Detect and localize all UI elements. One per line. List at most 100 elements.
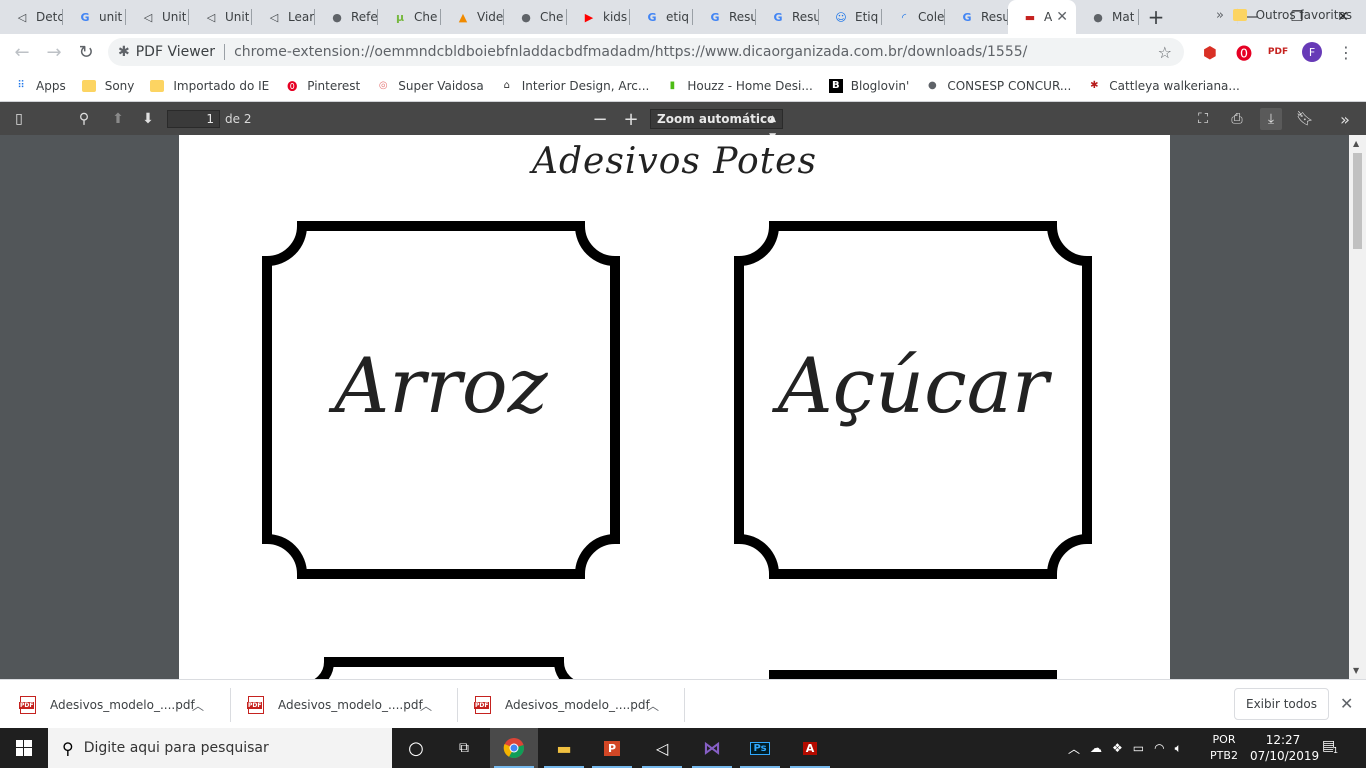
address-url[interactable]: chrome-extension://oemmndcbldboiebfnladd…: [234, 44, 1027, 60]
download-button[interactable]: ⤓: [1260, 108, 1282, 130]
tab-title: kids: [603, 10, 628, 24]
show-all-downloads-button[interactable]: Exibir todos: [1234, 688, 1329, 720]
star-icon[interactable]: ☆: [1158, 43, 1172, 62]
taskbar-acrobat[interactable]: A: [786, 728, 834, 768]
bookmark-label: Cattleya walkeriana...: [1109, 78, 1240, 93]
bookmark-item[interactable]: ▮ Houzz - Home Desi...: [665, 79, 813, 93]
zoom-out-button[interactable]: −: [589, 108, 611, 130]
pinterest-icon[interactable]: ⓿: [1234, 42, 1254, 63]
arrow-down-icon: ⬇: [142, 111, 154, 127]
taskbar-powerpoint[interactable]: P: [588, 728, 636, 768]
taskbar-photoshop[interactable]: Ps: [736, 728, 784, 768]
youtube-icon: ▶: [584, 10, 594, 24]
bookmark-item[interactable]: Sony: [81, 79, 134, 93]
presentation-mode-button[interactable]: ⛶: [1192, 108, 1214, 130]
new-tab-button[interactable]: +: [1139, 0, 1173, 34]
taskbar-file-explorer[interactable]: ▬: [540, 728, 588, 768]
close-shelf-icon[interactable]: ✕: [1340, 694, 1353, 713]
tab[interactable]: ▲ Vide: [441, 0, 504, 34]
bookmark-item[interactable]: ◎ Super Vaidosa: [376, 79, 484, 93]
arrow-up-icon: ⬆: [112, 111, 124, 127]
tab[interactable]: ● Che: [504, 0, 567, 34]
tab[interactable]: G Resu: [693, 0, 756, 34]
download-item[interactable]: Adesivos_modelo_....pdf ︿: [0, 687, 218, 723]
address-bar[interactable]: ✱ PDF Viewer chrome-extension://oemmndcb…: [108, 38, 1184, 66]
tab[interactable]: ◁ Lear: [252, 0, 315, 34]
print-button[interactable]: ⎙: [1226, 108, 1248, 130]
download-item[interactable]: Adesivos_modelo_....pdf ︿: [228, 687, 446, 723]
download-item[interactable]: Adesivos_modelo_....pdf ︿: [455, 687, 673, 723]
start-button[interactable]: [0, 728, 48, 768]
battery-icon[interactable]: ▭: [1133, 741, 1144, 755]
bookmark-item[interactable]: ⠿ Apps: [14, 79, 65, 93]
chevron-up-icon[interactable]: ︿: [192, 697, 204, 714]
vertical-scrollbar[interactable]: ▲ ▼: [1349, 135, 1366, 679]
taskbar-unity[interactable]: ◁: [638, 728, 686, 768]
input-language[interactable]: POR PTB2: [1206, 732, 1242, 764]
tab[interactable]: ● Mat: [1076, 0, 1139, 34]
next-page-button[interactable]: ⬇: [137, 108, 159, 130]
tab-active[interactable]: ▬ A ✕: [1008, 0, 1076, 34]
clock[interactable]: 12:27 07/10/2019: [1250, 732, 1319, 764]
scroll-down-icon[interactable]: ▼: [1353, 666, 1359, 675]
previous-page-button[interactable]: ⬆: [107, 108, 129, 130]
adblock-icon[interactable]: ⬢: [1200, 42, 1220, 62]
tab[interactable]: ◜ Cole: [882, 0, 945, 34]
bookmark-item[interactable]: ● CONSESP CONCUR...: [925, 79, 1071, 93]
taskbar-visual-studio[interactable]: ⋈: [688, 728, 736, 768]
taskbar-chrome[interactable]: [490, 728, 538, 768]
task-view-icon: ⧉: [459, 740, 469, 756]
tab[interactable]: ◁ Unit: [189, 0, 252, 34]
taskbar-search[interactable]: ⚲ Digite aqui para pesquisar: [48, 728, 392, 768]
tab[interactable]: Gunit: [63, 0, 126, 34]
pdf-viewer[interactable]: Adesivos Potes Arroz Açúcar ▲ ▼: [0, 135, 1366, 679]
tab-title: Etiq: [855, 10, 879, 24]
action-center-button[interactable]: ▤ 1: [1322, 738, 1342, 758]
tab[interactable]: ◁ Unit: [126, 0, 189, 34]
tab[interactable]: G Resu: [945, 0, 1008, 34]
bookmark-item[interactable]: B Bloglovin': [828, 78, 909, 93]
bookmark-item[interactable]: ⌂ Interior Design, Arc...: [500, 79, 650, 93]
scrollbar-thumb[interactable]: [1353, 153, 1362, 249]
volume-icon[interactable]: 🔈︎: [1175, 741, 1182, 756]
sticker-frame: Açúcar: [734, 221, 1092, 579]
page-number-input[interactable]: 1: [167, 110, 220, 128]
avatar[interactable]: F: [1302, 42, 1322, 62]
network-status-icon[interactable]: ☁: [1090, 741, 1102, 755]
tools-button[interactable]: »: [1334, 108, 1356, 130]
chevron-up-icon[interactable]: ︿: [420, 697, 432, 714]
tab[interactable]: G Resu: [756, 0, 819, 34]
chevron-up-icon[interactable]: ︿: [647, 697, 659, 714]
bookmark-button[interactable]: 🔖︎: [1294, 108, 1316, 130]
bookmark-item[interactable]: ✱ Cattleya walkeriana...: [1087, 79, 1240, 93]
sidebar-toggle-button[interactable]: ▯: [8, 108, 30, 130]
tab[interactable]: µ Che: [378, 0, 441, 34]
tab[interactable]: ● Refe: [315, 0, 378, 34]
download-icon: ⤓: [1267, 111, 1275, 127]
task-view-button[interactable]: ⧉: [440, 728, 488, 768]
tab[interactable]: ☺ Etiq: [819, 0, 882, 34]
cortana-button[interactable]: ○: [392, 728, 440, 768]
back-button[interactable]: ←: [6, 36, 38, 68]
zoom-select[interactable]: Zoom automático ▲▼: [650, 109, 783, 142]
dropbox-icon[interactable]: ❖: [1112, 741, 1123, 755]
tab[interactable]: ▶ kids: [567, 0, 630, 34]
menu-dots-icon[interactable]: ⋮: [1336, 42, 1356, 62]
wifi-icon[interactable]: ◠: [1154, 741, 1164, 755]
other-bookmarks-folder[interactable]: Outros favoritos: [1232, 8, 1352, 22]
find-button[interactable]: ⚲: [73, 108, 95, 130]
zoom-in-button[interactable]: +: [620, 108, 642, 130]
reload-button[interactable]: ↻: [70, 36, 102, 68]
tab[interactable]: ◁ Detc: [0, 0, 63, 34]
pdf-icon: ▬: [1024, 10, 1036, 24]
bookmark-item[interactable]: ⓿ Pinterest: [285, 79, 360, 94]
bookmark-item[interactable]: Importado do IE: [150, 79, 269, 93]
scroll-up-icon[interactable]: ▲: [1353, 139, 1359, 148]
chevron-up-icon[interactable]: ︿: [1068, 740, 1080, 757]
bookmarks-overflow-button[interactable]: »: [1216, 8, 1224, 23]
pdf-extension-icon[interactable]: PDF: [1268, 42, 1288, 62]
forward-button[interactable]: →: [38, 36, 70, 68]
bookmark-label: Interior Design, Arc...: [521, 78, 650, 93]
close-tab-icon[interactable]: ✕: [1056, 9, 1068, 25]
tab[interactable]: Getiq: [630, 0, 693, 34]
